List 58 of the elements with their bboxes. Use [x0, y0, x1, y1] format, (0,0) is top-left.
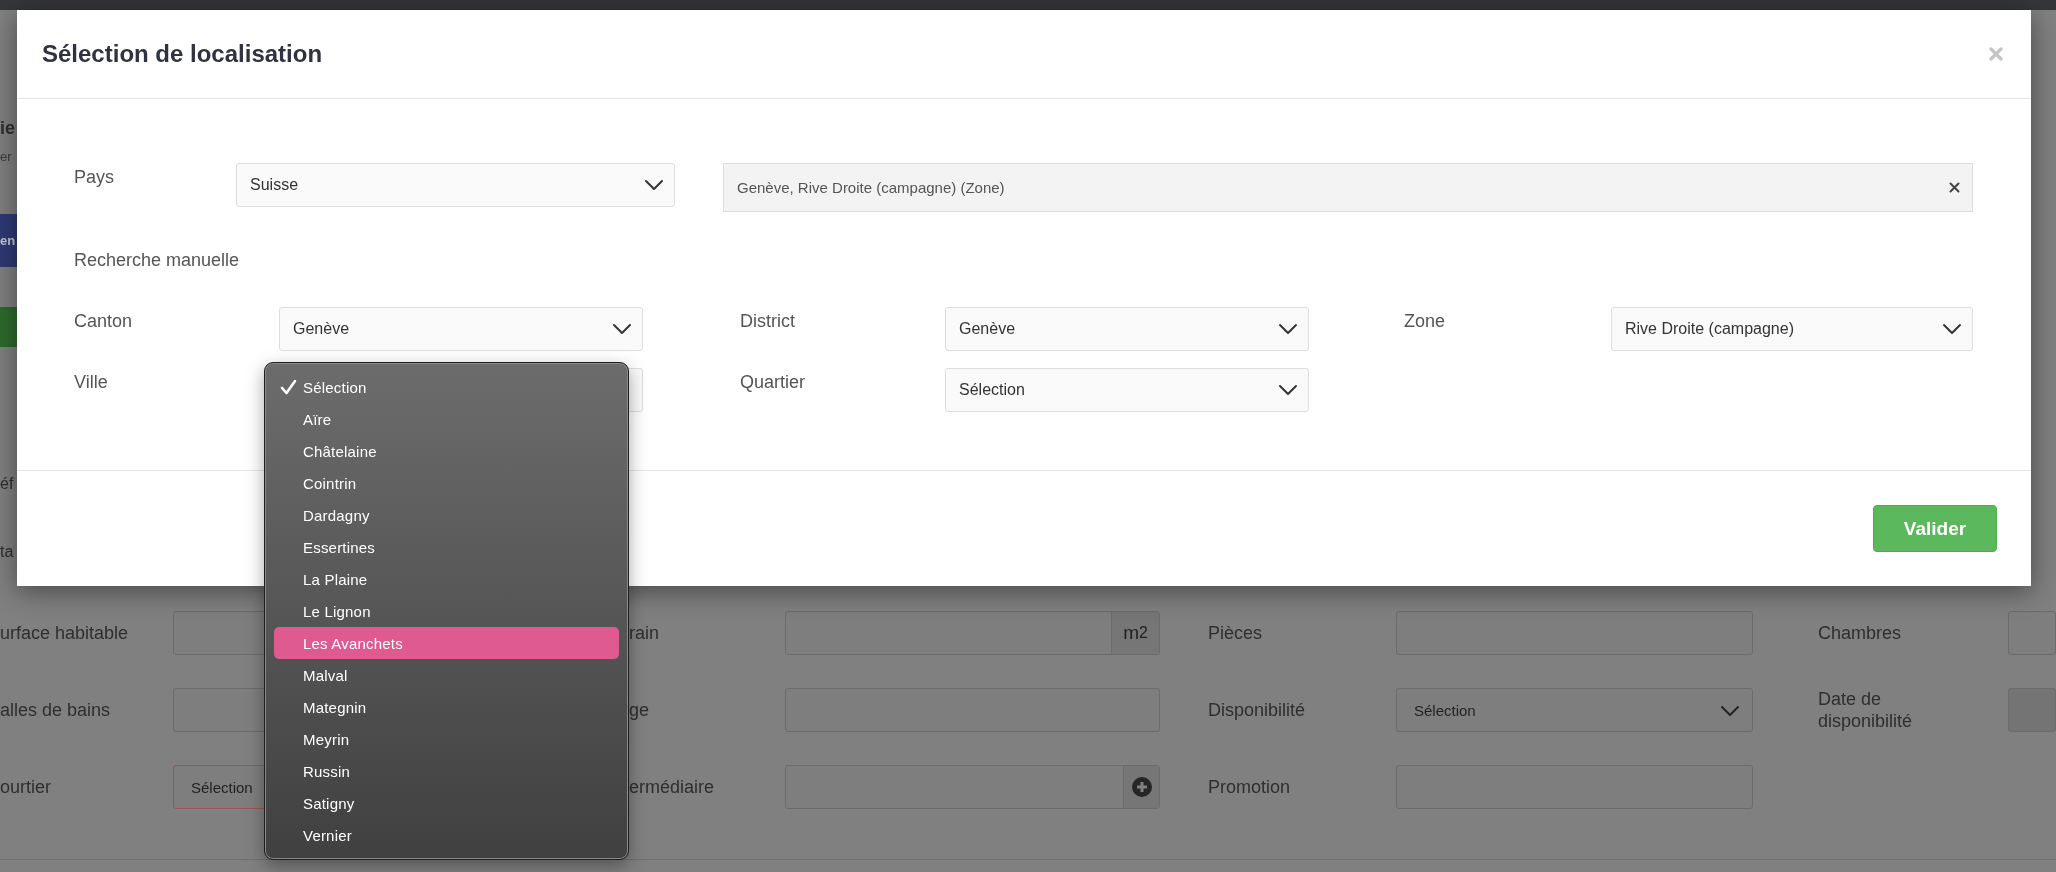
chevron-down-icon [1278, 384, 1298, 396]
dropdown-option[interactable]: La Plaine [274, 563, 619, 595]
close-icon[interactable] [1989, 47, 2003, 61]
field-label: Chambres [1818, 622, 1903, 644]
field-label: alles de bains [0, 699, 112, 721]
checkmark-icon [280, 379, 297, 395]
select-field[interactable]: Genève [279, 307, 643, 351]
field-label: ta [0, 543, 15, 561]
dropdown-option[interactable]: Essertines [274, 531, 619, 563]
field-label: ourtier [0, 776, 53, 798]
dropdown-option[interactable]: Malval [274, 659, 619, 691]
field-label: rain [629, 622, 660, 644]
section-label: Recherche manuelle [74, 250, 241, 271]
plus-icon[interactable] [1131, 777, 1152, 797]
dropdown-option[interactable]: Aïre [274, 403, 619, 435]
dropdown-option[interactable]: Dardagny [274, 499, 619, 531]
field-label: éf [0, 475, 15, 493]
select-field[interactable]: Sélection [945, 368, 1309, 412]
primary-button[interactable]: en [0, 214, 17, 267]
select-field[interactable]: Suisse [236, 163, 675, 207]
field-label: Promotion [1208, 776, 1292, 798]
select-field[interactable]: Rive Droite (campagne) [1611, 307, 1973, 351]
action-button[interactable] [0, 307, 17, 347]
chevron-down-icon [1278, 323, 1298, 335]
dropdown-option[interactable]: Russin [274, 755, 619, 787]
dropdown-option[interactable]: Mategnin [274, 691, 619, 723]
chevron-down-icon [1942, 323, 1962, 335]
field-label: Disponibilité [1208, 699, 1307, 721]
page-subtitle: er [0, 149, 13, 164]
dropdown-option[interactable]: Satigny [274, 787, 619, 819]
dialog-title: Sélection de localisation [42, 40, 323, 68]
clear-icon[interactable] [1949, 182, 1960, 193]
field-label: Quartier [740, 371, 807, 394]
dropdown-option[interactable]: Sélection [274, 371, 619, 403]
dropdown-option[interactable]: Le Lignon [274, 595, 619, 627]
dropdown-option[interactable]: Châtelaine [274, 435, 619, 467]
input-field[interactable] [785, 765, 1160, 809]
field-label: Canton [74, 310, 134, 333]
field-label: District [740, 310, 796, 333]
field-label: Pays [74, 166, 116, 188]
chevron-down-icon [1720, 705, 1740, 717]
field-label: Ville [74, 371, 109, 394]
dropdown-option[interactable]: Vernier [274, 819, 619, 851]
select-field[interactable]: Sélection [1396, 688, 1753, 732]
chevron-down-icon [612, 323, 632, 335]
field-label: ge [629, 699, 651, 721]
field-label: urface habitable [0, 622, 130, 644]
field-label: ermédiaire [629, 776, 716, 798]
field-label: Zone [1404, 310, 1447, 333]
location-field[interactable]: Genève, Rive Droite (campagne) (Zone) [723, 163, 1973, 212]
dropdown-option[interactable]: Cointrin [274, 467, 619, 499]
dropdown-option[interactable]: Les Avanchets [274, 627, 619, 659]
dropdown-option[interactable]: Meyrin [274, 723, 619, 755]
field-label: Date de disponibilité [1818, 688, 1914, 732]
select-field[interactable]: Genève [945, 307, 1309, 351]
chevron-down-icon [644, 179, 664, 191]
page-title: ie [0, 118, 16, 139]
field-label: Pièces [1208, 622, 1264, 644]
